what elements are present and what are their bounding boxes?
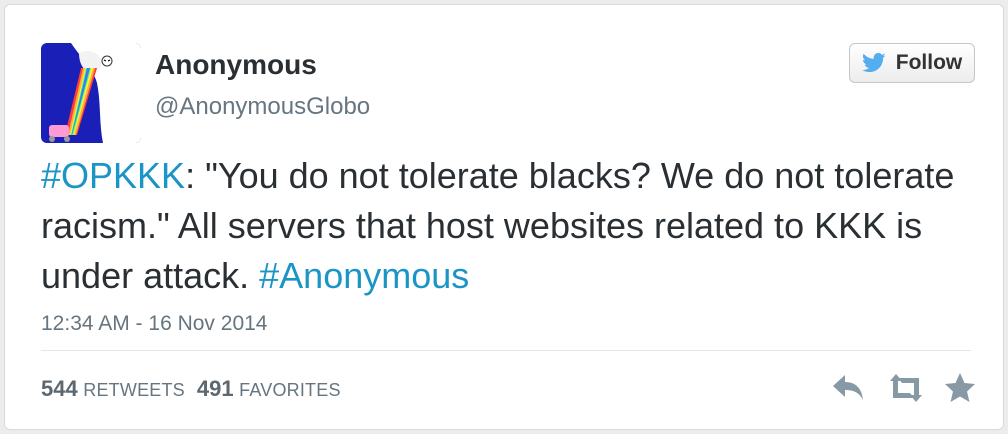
retweets-label: RETWEETS <box>83 380 185 400</box>
follow-button[interactable]: Follow <box>849 43 975 83</box>
favorites-stat[interactable]: 491 FAVORITES <box>197 376 341 402</box>
follow-button-label: Follow <box>895 51 963 74</box>
tweet-actions <box>829 371 979 405</box>
tweet-text: #OPKKK: "You do not tolerate blacks? We … <box>41 151 981 301</box>
retweets-stat[interactable]: 544 RETWEETS <box>41 376 185 402</box>
favorites-count: 491 <box>196 376 234 401</box>
author-name[interactable]: Anonymous <box>155 49 317 81</box>
hashtag-opkkk[interactable]: #OPKKK <box>41 155 185 196</box>
guy-fawkes-rainbow-icon <box>41 43 141 143</box>
tweet-card: Anonymous @AnonymousGlobo Follow #OPKKK:… <box>4 4 1004 430</box>
reply-icon[interactable] <box>829 371 869 405</box>
favorites-label: FAVORITES <box>239 380 341 400</box>
retweet-icon[interactable] <box>884 371 928 405</box>
divider <box>41 350 971 351</box>
author-avatar[interactable] <box>41 43 141 143</box>
author-handle[interactable]: @AnonymousGlobo <box>155 93 370 121</box>
tweet-stats: 544 RETWEETS 491 FAVORITES <box>41 376 341 402</box>
star-icon[interactable] <box>943 371 977 405</box>
hashtag-anonymous[interactable]: #Anonymous <box>259 255 469 296</box>
twitter-bird-icon <box>861 53 886 73</box>
retweets-count: 544 <box>41 376 78 401</box>
tweet-timestamp[interactable]: 12:34 AM - 16 Nov 2014 <box>41 312 267 336</box>
